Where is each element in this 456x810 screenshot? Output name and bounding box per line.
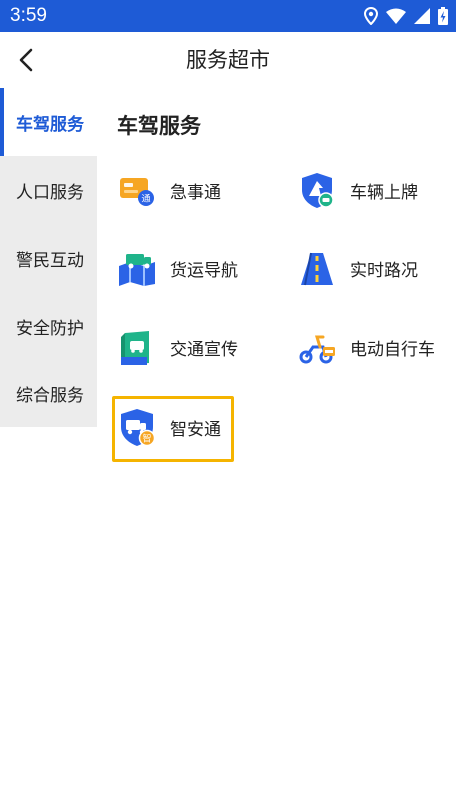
location-icon <box>364 7 378 25</box>
app-screen: 3:59 服务超市 车驾服务 人口服务 警民互动 安全防护 综合服务 车驾服务 … <box>0 0 456 810</box>
service-e-bike[interactable]: 电动自行车 <box>297 319 435 375</box>
sidebar-item-population-services[interactable]: 人口服务 <box>0 156 97 224</box>
sidebar-item-label: 安全防护 <box>16 318 84 339</box>
service-label: 智安通 <box>170 419 221 440</box>
svg-text:智: 智 <box>142 433 151 445</box>
service-traffic-publicity[interactable]: 交通宣传 <box>117 319 238 375</box>
svg-text:通: 通 <box>141 194 150 205</box>
page-title: 服务超市 <box>186 48 270 72</box>
sidebar-item-label: 警民互动 <box>16 250 84 271</box>
wifi-icon <box>386 8 406 24</box>
battery-icon <box>438 7 448 25</box>
service-freight-navigation[interactable]: 货运导航 <box>117 240 238 296</box>
service-label: 急事通 <box>170 182 221 203</box>
status-bar: 3:59 <box>0 0 456 32</box>
category-sidebar: 车驾服务 人口服务 警民互动 安全防护 综合服务 <box>0 88 97 427</box>
e-bike-icon <box>299 335 335 364</box>
sidebar-item-label: 车驾服务 <box>16 114 84 135</box>
service-live-traffic[interactable]: 实时路况 <box>297 240 418 296</box>
app-header: 服务超市 <box>0 32 456 88</box>
sidebar-item-label: 人口服务 <box>16 182 84 203</box>
section-title: 车驾服务 <box>117 114 201 138</box>
sidebar-item-safety-protection[interactable]: 安全防护 <box>0 292 97 360</box>
smart-shield-truck-icon: 智 <box>121 409 156 447</box>
service-urgent[interactable]: 通 急事通 <box>117 162 221 218</box>
signal-icon <box>414 8 430 24</box>
service-label: 电动自行车 <box>350 339 435 360</box>
traffic-book-icon <box>121 331 149 365</box>
sidebar-item-car-services[interactable]: 车驾服务 <box>0 88 97 156</box>
sidebar-item-police-interaction[interactable]: 警民互动 <box>0 224 97 292</box>
service-label: 交通宣传 <box>170 339 238 360</box>
vehicle-plate-shield-icon <box>302 173 334 208</box>
service-label: 车辆上牌 <box>350 182 418 203</box>
road-icon <box>301 252 333 286</box>
status-icons <box>364 6 448 26</box>
urgent-card-icon: 通 <box>120 178 154 206</box>
service-label: 实时路况 <box>350 260 418 281</box>
service-vehicle-plate[interactable]: 车辆上牌 <box>297 162 418 218</box>
freight-truck-map-icon <box>119 254 155 286</box>
sidebar-item-general-services[interactable]: 综合服务 <box>0 359 97 427</box>
service-smart-safety[interactable]: 智 智安通 <box>117 399 221 455</box>
status-time: 3:59 <box>10 5 47 26</box>
sidebar-item-label: 综合服务 <box>16 385 84 406</box>
service-label: 货运导航 <box>170 260 238 281</box>
